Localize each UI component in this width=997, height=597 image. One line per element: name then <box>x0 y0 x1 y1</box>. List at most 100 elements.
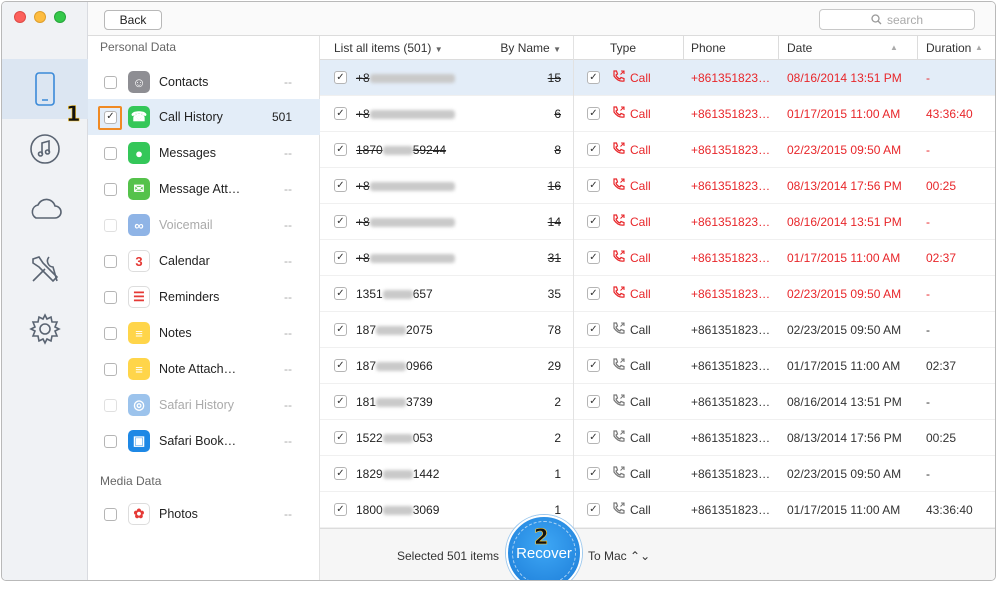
cell-phone: +861351823… <box>691 215 771 229</box>
category-checkbox[interactable] <box>104 434 117 448</box>
row-checkbox[interactable]: ✓ <box>587 287 600 300</box>
table-row[interactable]: ✓ Call +861351823… 02/23/2015 09:50 AM - <box>574 456 995 492</box>
category-checkbox[interactable] <box>104 398 117 412</box>
list-item-checkbox[interactable]: ✓ <box>334 71 347 84</box>
row-checkbox[interactable]: ✓ <box>587 395 600 408</box>
category-item[interactable]: ✓ ☎ Call History 501 <box>88 99 320 135</box>
search-input[interactable]: search <box>819 9 975 30</box>
table-row[interactable]: ✓ Call +861351823… 01/17/2015 11:00 AM 02:37 <box>574 348 995 384</box>
list-item-checkbox[interactable]: ✓ <box>334 251 347 264</box>
col-duration[interactable]: Duration <box>926 41 971 55</box>
list-item[interactable]: ✓ +8 16 <box>320 168 573 204</box>
row-checkbox[interactable]: ✓ <box>587 251 600 264</box>
cell-date: 08/16/2014 13:51 PM <box>787 395 902 409</box>
row-checkbox[interactable]: ✓ <box>587 503 600 516</box>
category-item[interactable]: ✉ Message Att… -- <box>88 171 320 207</box>
category-count: -- <box>284 218 292 232</box>
category-item[interactable]: ☰ Reminders -- <box>88 279 320 315</box>
minimize-window-button[interactable] <box>34 11 46 23</box>
row-checkbox[interactable]: ✓ <box>587 143 600 156</box>
list-item-checkbox[interactable]: ✓ <box>334 359 347 372</box>
call-count: 14 <box>547 214 561 229</box>
category-item[interactable]: ✿ Photos -- <box>88 496 320 532</box>
list-item[interactable]: ✓ +8 6 <box>320 96 573 132</box>
zoom-window-button[interactable] <box>54 11 66 23</box>
list-item-checkbox[interactable]: ✓ <box>334 179 347 192</box>
cell-phone: +861351823… <box>691 71 771 85</box>
list-item[interactable]: ✓ 1351 657 35 <box>320 276 573 312</box>
table-row[interactable]: ✓ Call +861351823… 01/17/2015 11:00 AM 43:36… <box>574 492 995 528</box>
category-item[interactable]: ◎ Safari History -- <box>88 387 320 423</box>
row-checkbox[interactable]: ✓ <box>587 107 600 120</box>
category-item[interactable]: 3 Calendar -- <box>88 243 320 279</box>
table-row[interactable]: ✓ Call +861351823… 08/13/2014 17:56 PM 00:25 <box>574 168 995 204</box>
table-row[interactable]: ✓ Call +861351823… 02/23/2015 09:50 AM - <box>574 312 995 348</box>
table-row[interactable]: ✓ Call +861351823… 02/23/2015 09:50 AM - <box>574 276 995 312</box>
list-item[interactable]: ✓ 1870 59244 8 <box>320 132 573 168</box>
list-item-checkbox[interactable]: ✓ <box>334 467 347 480</box>
category-item[interactable]: ☺ Contacts -- <box>88 64 320 100</box>
table-row[interactable]: ✓ Call +861351823… 01/17/2015 11:00 AM 02:37 <box>574 240 995 276</box>
dropdown-arrow-icon: ▼ <box>553 45 561 54</box>
rail-tools[interactable] <box>2 239 88 299</box>
row-checkbox[interactable]: ✓ <box>587 359 600 372</box>
list-item[interactable]: ✓ +8 15 <box>320 60 573 96</box>
rail-icloud[interactable] <box>2 179 88 239</box>
list-item[interactable]: ✓ +8 31 <box>320 240 573 276</box>
back-button[interactable]: Back <box>104 10 162 30</box>
list-item-checkbox[interactable]: ✓ <box>334 503 347 516</box>
row-checkbox[interactable]: ✓ <box>587 179 600 192</box>
list-item[interactable]: ✓ +8 14 <box>320 204 573 240</box>
close-window-button[interactable] <box>14 11 26 23</box>
destination-select[interactable]: To Mac ⌃⌄ <box>588 549 650 563</box>
row-checkbox[interactable]: ✓ <box>587 467 600 480</box>
list-item-checkbox[interactable]: ✓ <box>334 143 347 156</box>
list-item-checkbox[interactable]: ✓ <box>334 287 347 300</box>
cell-date: 08/16/2014 13:51 PM <box>787 215 902 229</box>
table-row[interactable]: ✓ Call +861351823… 08/16/2014 13:51 PM - <box>574 204 995 240</box>
sort-by-name-dropdown[interactable]: By Name ▼ <box>500 41 561 55</box>
list-item-checkbox[interactable]: ✓ <box>334 431 347 444</box>
category-item[interactable]: ≡ Note Attach… -- <box>88 351 320 387</box>
category-item[interactable]: ∞ Voicemail -- <box>88 207 320 243</box>
table-row[interactable]: ✓ Call +861351823… 08/13/2014 17:56 PM 00:25 <box>574 420 995 456</box>
photos-icon: ✿ <box>128 503 150 525</box>
row-checkbox[interactable]: ✓ <box>587 71 600 84</box>
list-item[interactable]: ✓ 187 0966 29 <box>320 348 573 384</box>
list-item-checkbox[interactable]: ✓ <box>334 215 347 228</box>
list-item[interactable]: ✓ 187 2075 78 <box>320 312 573 348</box>
list-item-checkbox[interactable]: ✓ <box>334 323 347 336</box>
category-checkbox[interactable] <box>104 146 117 160</box>
category-item[interactable]: ≡ Notes -- <box>88 315 320 351</box>
row-checkbox[interactable]: ✓ <box>587 215 600 228</box>
category-item[interactable]: ● Messages -- <box>88 135 320 171</box>
row-checkbox[interactable]: ✓ <box>587 323 600 336</box>
rail-settings[interactable] <box>2 299 88 359</box>
list-item[interactable]: ✓ 1522 053 2 <box>320 420 573 456</box>
list-item[interactable]: ✓ 1829 1442 1 <box>320 456 573 492</box>
category-checkbox[interactable] <box>104 218 117 232</box>
table-row[interactable]: ✓ Call +861351823… 08/16/2014 13:51 PM - <box>574 60 995 96</box>
category-checkbox[interactable] <box>104 254 117 268</box>
col-phone[interactable]: Phone <box>691 41 726 55</box>
category-item[interactable]: ▣ Safari Book… -- <box>88 423 320 459</box>
col-type[interactable]: Type <box>610 41 636 55</box>
category-checkbox[interactable] <box>104 182 117 196</box>
missed-call-icon <box>612 214 625 230</box>
list-all-items-dropdown[interactable]: List all items (501) ▼ <box>334 41 443 55</box>
category-checkbox[interactable] <box>104 75 117 89</box>
table-row[interactable]: ✓ Call +861351823… 01/17/2015 11:00 AM 43:36… <box>574 96 995 132</box>
list-item-checkbox[interactable]: ✓ <box>334 395 347 408</box>
row-checkbox[interactable]: ✓ <box>587 431 600 444</box>
table-row[interactable]: ✓ Call +861351823… 08/16/2014 13:51 PM - <box>574 384 995 420</box>
rail-itunes[interactable] <box>2 119 88 179</box>
category-checkbox[interactable] <box>104 290 117 304</box>
col-date[interactable]: Date <box>787 41 812 55</box>
category-checkbox[interactable] <box>104 507 117 521</box>
table-row[interactable]: ✓ Call +861351823… 02/23/2015 09:50 AM - <box>574 132 995 168</box>
category-checkbox[interactable] <box>104 362 117 376</box>
category-checkbox[interactable] <box>104 326 117 340</box>
safari-bookmark-icon: ▣ <box>128 430 150 452</box>
list-item[interactable]: ✓ 181 3739 2 <box>320 384 573 420</box>
list-item-checkbox[interactable]: ✓ <box>334 107 347 120</box>
